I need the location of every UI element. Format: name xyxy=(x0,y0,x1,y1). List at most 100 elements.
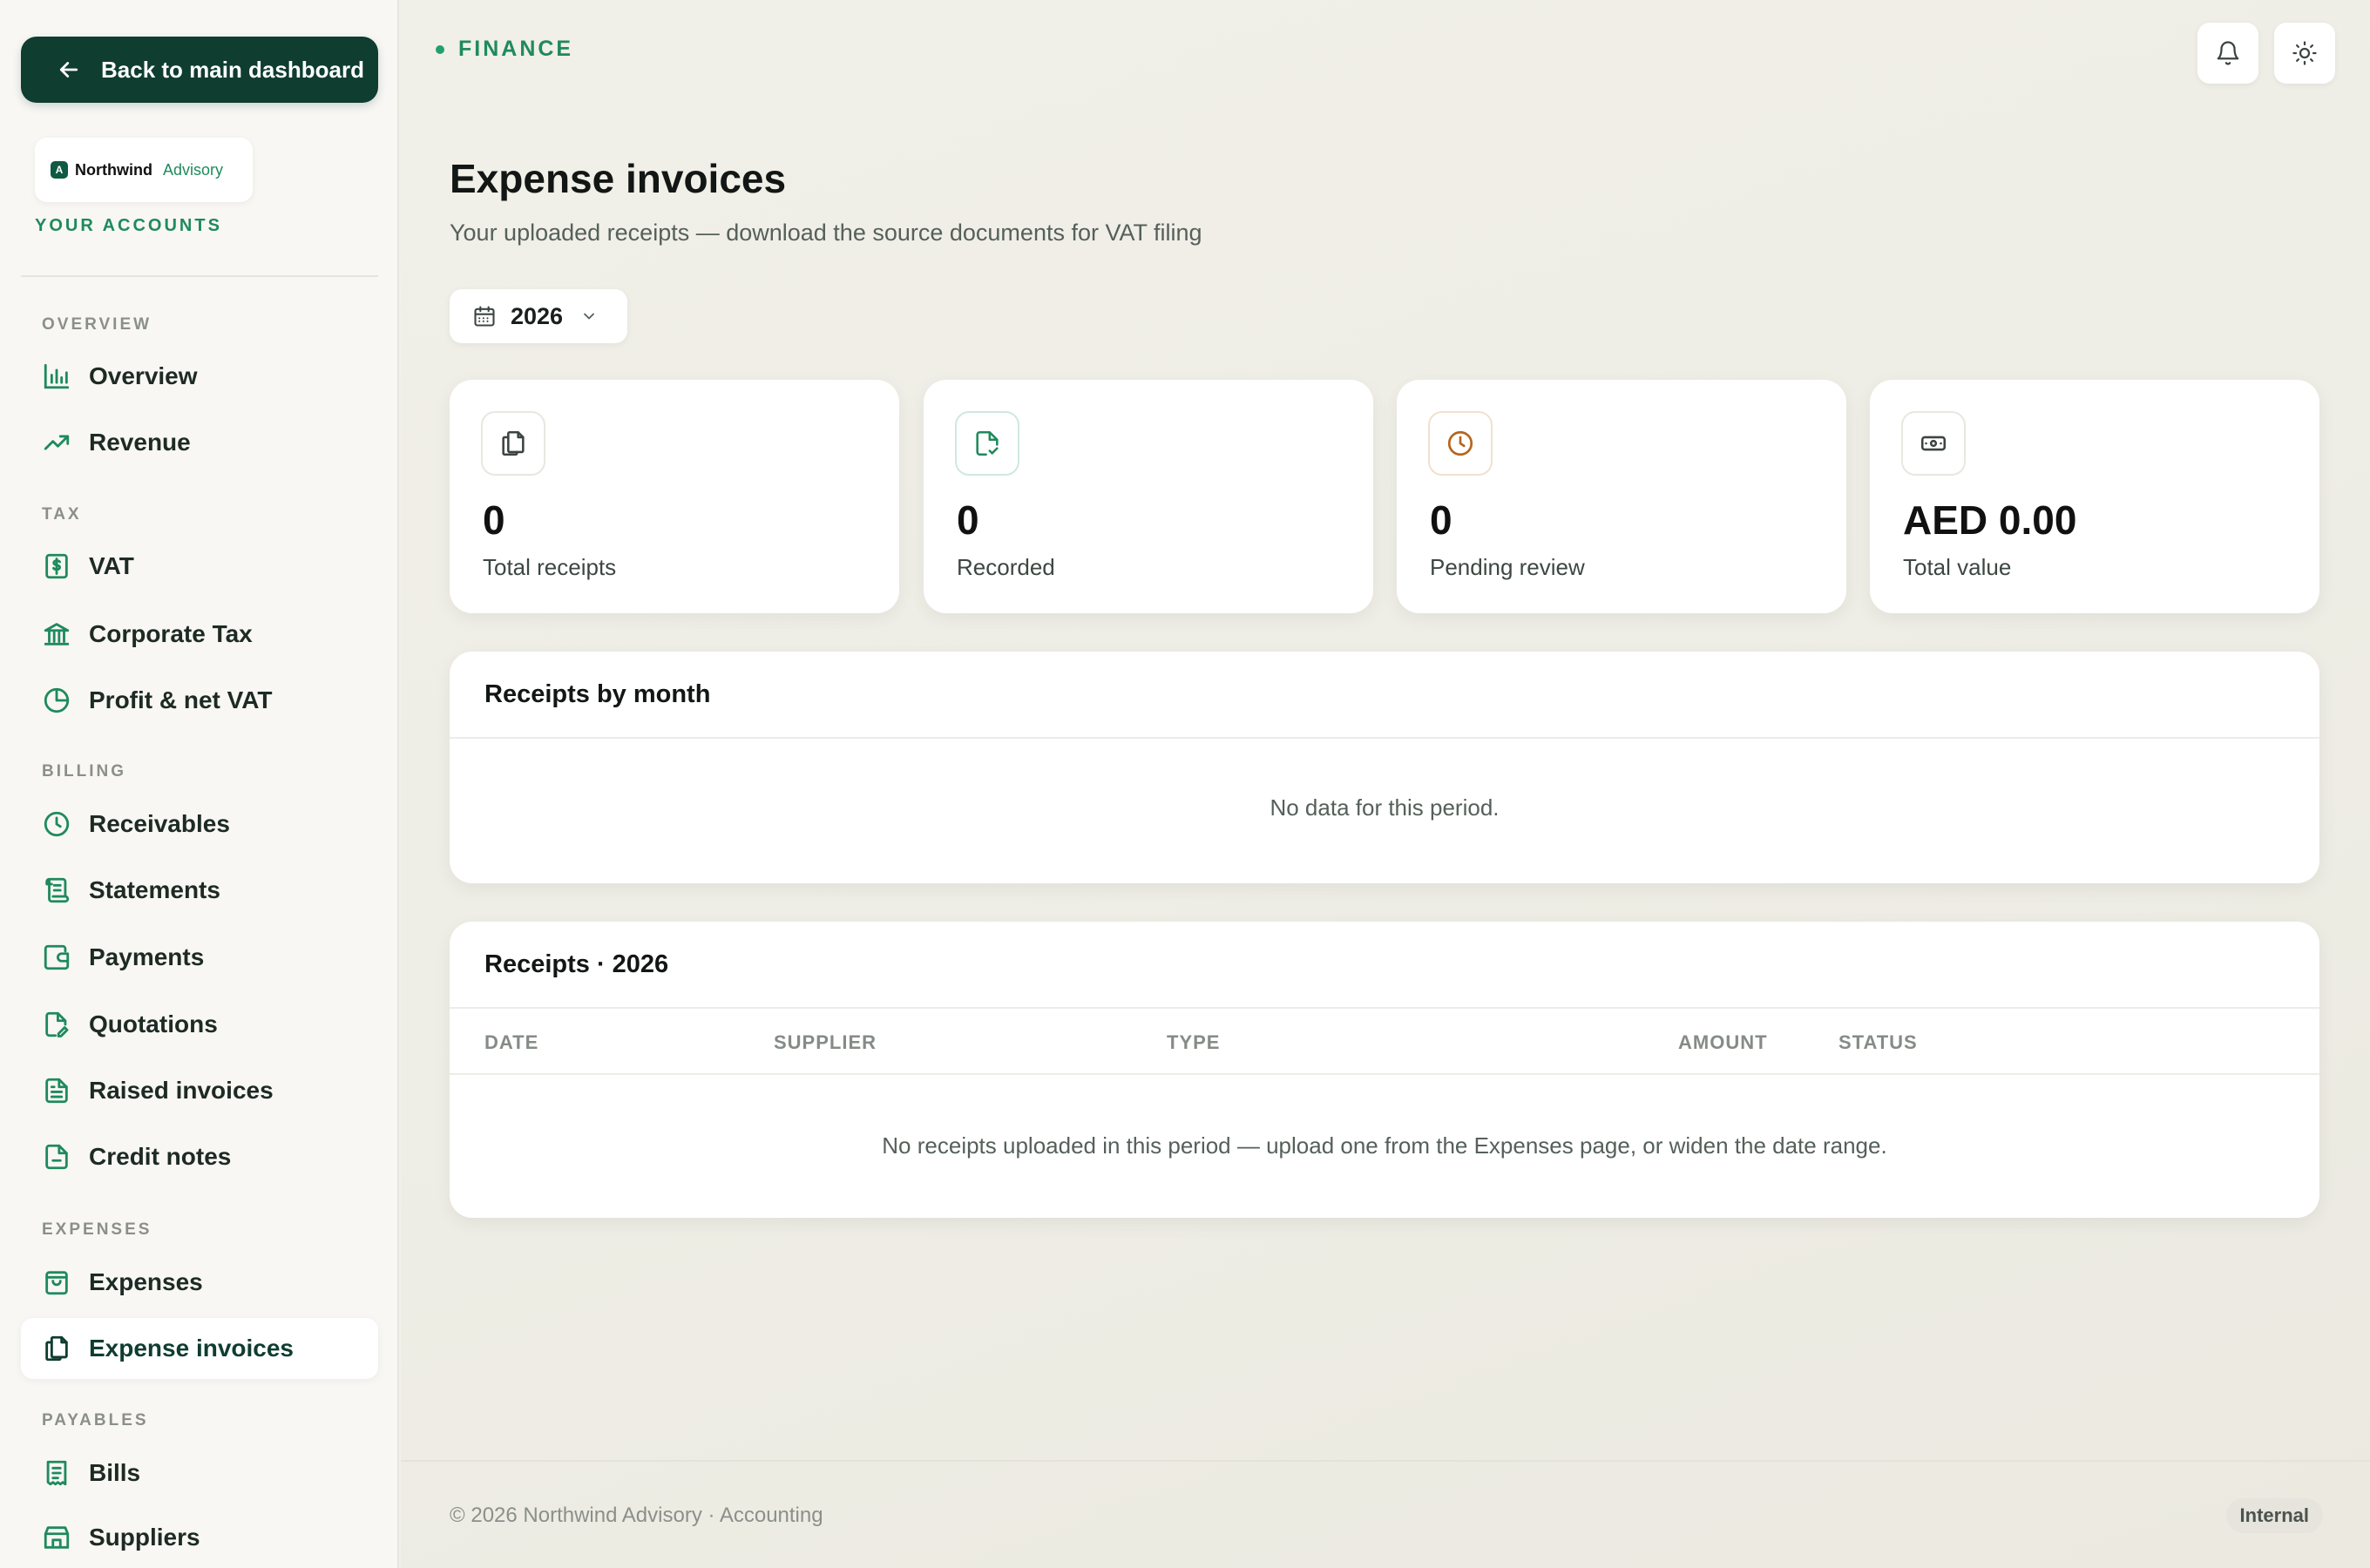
column-header-status[interactable]: STATUS xyxy=(1838,1031,1918,1054)
back-to-dashboard-label: Back to main dashboard xyxy=(101,56,364,83)
section-label-billing: BILLING xyxy=(42,762,126,781)
sun-icon xyxy=(2292,41,2317,65)
sidebar-item-raised-invoices[interactable]: Raised invoices xyxy=(21,1060,378,1121)
stat-icon-wrap xyxy=(481,411,545,476)
sidebar-item-label: Corporate Tax xyxy=(89,620,253,647)
files-icon xyxy=(502,430,525,456)
sidebar-item-label: Revenue xyxy=(89,429,191,456)
sidebar-item-quotations[interactable]: Quotations xyxy=(21,994,378,1055)
stat-icon-wrap xyxy=(1901,411,1966,476)
chevron-down-icon xyxy=(584,313,594,320)
stat-label: Total value xyxy=(1903,554,2012,580)
sidebar-item-profit-net-vat[interactable]: Profit & net VAT xyxy=(21,670,378,731)
year-select-value: 2026 xyxy=(511,302,564,329)
brand-name: Northwind xyxy=(75,160,152,179)
shopping-bag-icon xyxy=(45,1271,68,1295)
stat-value: 0 xyxy=(483,497,505,543)
section-label-tax: TAX xyxy=(42,505,82,524)
sidebar-item-receivables[interactable]: Receivables xyxy=(21,794,378,855)
sidebar-item-credit-notes[interactable]: Credit notes xyxy=(21,1126,378,1187)
column-header-amount[interactable]: AMOUNT xyxy=(1678,1031,1768,1054)
sidebar-item-overview[interactable]: Overview xyxy=(21,346,378,407)
main-content: FINANCE Expense invoices Your uploaded r… xyxy=(401,0,2370,1568)
sidebar-item-statements[interactable]: Statements xyxy=(21,860,378,921)
sidebar-item-label: Suppliers xyxy=(89,1524,200,1551)
column-header-date[interactable]: DATE xyxy=(484,1031,538,1054)
arrow-left-icon xyxy=(59,62,78,78)
empty-state-message: No receipts uploaded in this period — up… xyxy=(882,1132,1887,1159)
sidebar-item-label: Expenses xyxy=(89,1268,203,1295)
sidebar-item-label: Receivables xyxy=(89,810,230,837)
stat-card-recorded: 0 Recorded xyxy=(924,380,1373,613)
sidebar-item-expense-invoices[interactable]: Expense invoices xyxy=(21,1318,378,1379)
stat-label: Total receipts xyxy=(483,554,617,580)
receipts-table-panel: Receipts · 2026 DATE SUPPLIER TYPE AMOUN… xyxy=(450,922,2319,1218)
clock-icon xyxy=(1447,430,1473,456)
sidebar-divider xyxy=(21,275,378,277)
environment-badge: Internal xyxy=(2225,1498,2323,1533)
receipt-dollar-icon xyxy=(45,553,68,579)
column-header-supplier[interactable]: SUPPLIER xyxy=(774,1031,877,1054)
sidebar-item-label: Expense invoices xyxy=(89,1335,295,1362)
stat-card-total-value: AED 0.00 Total value xyxy=(1870,380,2319,613)
brand-mark-icon: A xyxy=(51,161,68,179)
sidebar-item-corporate-tax[interactable]: Corporate Tax xyxy=(21,604,378,665)
receipts-by-month-panel: Receipts by month No data for this perio… xyxy=(450,652,2319,883)
file-edit-icon xyxy=(45,1011,69,1037)
breadcrumb: FINANCE xyxy=(436,37,573,62)
section-label-expenses: EXPENSES xyxy=(42,1220,152,1239)
page-title: Expense invoices xyxy=(450,156,787,201)
section-label-payables: PAYABLES xyxy=(42,1411,149,1429)
stat-label: Pending review xyxy=(1430,554,1585,580)
breadcrumb-section: FINANCE xyxy=(458,37,574,61)
stat-icon-wrap xyxy=(1428,411,1493,476)
stat-label: Recorded xyxy=(957,554,1055,580)
stat-value: 0 xyxy=(957,497,979,543)
sidebar-item-expenses[interactable]: Expenses xyxy=(21,1252,378,1313)
theme-toggle-button[interactable] xyxy=(2274,23,2335,84)
brand-logo[interactable]: A Northwind Advisory xyxy=(35,138,253,202)
sidebar-item-vat[interactable]: VAT xyxy=(21,536,378,597)
your-accounts-link[interactable]: YOUR ACCOUNTS xyxy=(35,216,222,236)
wallet-icon xyxy=(44,944,70,970)
pie-chart-icon xyxy=(44,687,70,713)
file-text-icon xyxy=(45,1078,68,1104)
breadcrumb-dot xyxy=(436,44,444,54)
notifications-button[interactable] xyxy=(2197,23,2258,84)
section-label-overview: OVERVIEW xyxy=(42,315,152,334)
sidebar-item-bills[interactable]: Bills xyxy=(21,1443,378,1504)
panel-title: Receipts by month xyxy=(450,652,2319,739)
sidebar-item-label: Statements xyxy=(89,876,220,903)
bar-chart-icon xyxy=(44,363,70,389)
sidebar-item-label: Quotations xyxy=(89,1010,218,1037)
year-select[interactable]: 2026 xyxy=(450,289,627,343)
receipt-icon xyxy=(46,1460,67,1486)
files-icon xyxy=(45,1335,68,1362)
sidebar-item-suppliers[interactable]: Suppliers xyxy=(21,1507,378,1568)
calendar-icon xyxy=(474,306,495,327)
empty-state-message: No data for this period. xyxy=(1270,794,1500,821)
stat-card-pending-review: 0 Pending review xyxy=(1397,380,1846,613)
back-to-dashboard-button[interactable]: Back to main dashboard xyxy=(21,37,378,103)
clock-icon xyxy=(44,811,70,837)
bell-icon xyxy=(2217,41,2239,65)
sidebar-item-payments[interactable]: Payments xyxy=(21,927,378,988)
trending-up-icon xyxy=(44,435,70,450)
column-header-type[interactable]: TYPE xyxy=(1167,1031,1220,1054)
footer-copyright: © 2026 Northwind Advisory · Accounting xyxy=(450,1504,823,1527)
sidebar-item-label: Payments xyxy=(89,943,205,970)
sidebar-item-label: VAT xyxy=(89,552,134,579)
page-subtitle: Your uploaded receipts — download the so… xyxy=(450,220,1202,246)
brand-subtitle: Advisory xyxy=(162,160,224,179)
stat-card-total-receipts: 0 Total receipts xyxy=(450,380,899,613)
stat-value: 0 xyxy=(1430,497,1452,543)
scroll-icon xyxy=(45,877,70,903)
file-icon xyxy=(45,1144,68,1170)
bank-icon xyxy=(44,623,70,645)
panel-title: Receipts · 2026 xyxy=(450,922,2319,1009)
file-check-icon xyxy=(976,430,999,456)
stat-icon-wrap xyxy=(955,411,1019,476)
table-header: DATE SUPPLIER TYPE AMOUNT STATUS xyxy=(450,1009,2319,1075)
sidebar-item-revenue[interactable]: Revenue xyxy=(21,412,378,473)
footer: © 2026 Northwind Advisory · Accounting I… xyxy=(401,1460,2370,1568)
